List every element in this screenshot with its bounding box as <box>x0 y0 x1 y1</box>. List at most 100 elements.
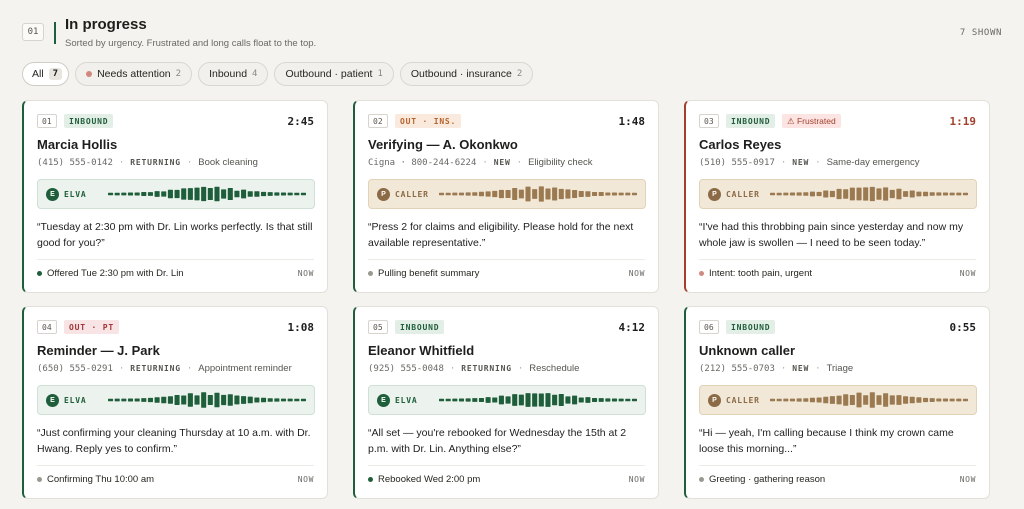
updated-time: NOW <box>297 269 314 278</box>
call-reason: Reschedule <box>529 363 580 374</box>
waveform-bar <box>565 189 571 199</box>
waveform-bar <box>452 192 458 196</box>
divider <box>368 465 645 466</box>
card-footer: Greeting · gathering reason <box>699 474 825 485</box>
waveform-bar <box>863 395 869 405</box>
divider <box>699 465 976 466</box>
audio-waveform <box>439 186 637 202</box>
filter-needs-attention[interactable]: Needs attention 2 <box>75 62 193 86</box>
waveform-bar <box>147 397 153 403</box>
filter-inbound[interactable]: Inbound 4 <box>198 62 269 86</box>
waveform-bar <box>247 396 253 404</box>
waveform-bar <box>241 189 247 199</box>
waveform-bar <box>280 192 287 196</box>
call-type-tag: INBOUND <box>64 114 114 128</box>
waveform-bar <box>254 397 260 403</box>
waveform-bar <box>889 189 895 199</box>
waveform-bar <box>280 398 287 402</box>
waveform-bar <box>512 394 518 406</box>
waveform-bar <box>849 187 855 201</box>
frustrated-badge: ⚠ Frustrated <box>782 114 841 128</box>
filter-label: Inbound <box>209 68 248 80</box>
waveform-bar <box>254 191 260 197</box>
waveform-bar <box>585 191 591 197</box>
waveform-bar <box>876 395 882 405</box>
waveform-bar <box>300 398 306 402</box>
caller-status: RETURNING <box>461 364 512 373</box>
speaker-label: CALLER <box>726 395 760 405</box>
transcript-quote: “All set — you're rebooked for Wednesday… <box>368 427 627 455</box>
card-footer: Rebooked Wed 2:00 pm <box>368 474 480 485</box>
call-timer: 1:48 <box>618 115 646 128</box>
waveform-bar <box>909 396 915 404</box>
transcript-quote: “Hi — yeah, I'm calling because I think … <box>699 427 954 455</box>
section-header: 01 In progress Sorted by urgency. Frustr… <box>22 16 1002 52</box>
speaker-label: CALLER <box>726 189 760 199</box>
card-index: 06 <box>699 320 719 334</box>
waveform-bar <box>949 192 955 196</box>
call-card[interactable]: 02 OUT · INS. 1:48 Verifying — A. Okonkw… <box>353 100 659 293</box>
waveform-bar <box>809 397 815 403</box>
waveform-bar <box>618 398 624 402</box>
waveform-bar <box>167 396 173 404</box>
speaker-avatar: E <box>46 187 59 201</box>
status-dot-icon <box>699 271 704 276</box>
call-card[interactable]: 04 OUT · PT 1:08 Reminder — J. Park (650… <box>22 306 328 499</box>
call-timer: 1:19 <box>949 115 977 128</box>
caller-phone: (415) 555-0142 <box>37 157 113 168</box>
footer-status: Pulling benefit summary <box>378 268 480 279</box>
call-card[interactable]: 06 INBOUND 0:55 Unknown caller (212) 555… <box>684 306 990 499</box>
divider <box>37 465 314 466</box>
filter-bar: All 7 Needs attention 2 Inbound 4 Outbou… <box>22 62 534 86</box>
call-card[interactable]: 03 INBOUND ⚠ Frustrated 1:19 Carlos Reye… <box>684 100 990 293</box>
meta-separator: · <box>815 157 821 168</box>
waveform-bar <box>234 395 240 405</box>
updated-time: NOW <box>297 475 314 484</box>
waveform-bar <box>154 397 160 403</box>
waveform-bar <box>247 191 253 197</box>
waveform-bar <box>121 398 127 402</box>
waveform-bar <box>134 192 140 196</box>
waveform-bar <box>809 191 815 197</box>
waveform-bar <box>770 398 776 402</box>
waveform-bar <box>294 192 300 196</box>
filter-label: Outbound · patient <box>285 68 373 80</box>
waveform-bar <box>829 396 835 404</box>
waveform-bar <box>538 393 544 407</box>
waveform-bar <box>505 396 511 404</box>
waveform-bar <box>789 192 796 196</box>
card-footer: Confirming Thu 10:00 am <box>37 474 154 485</box>
waveform-bar <box>631 398 637 402</box>
waveform-bar <box>532 393 538 407</box>
call-card[interactable]: 05 INBOUND 4:12 Eleanor Whitfield (925) … <box>353 306 659 499</box>
waveform-panel: E ELVA <box>37 385 315 415</box>
audio-waveform <box>770 392 968 408</box>
caller-phone: (212) 555-0703 <box>699 363 775 374</box>
call-reason: Appointment reminder <box>198 363 292 374</box>
filter-label: Outbound · insurance <box>410 68 512 80</box>
waveform-bar <box>472 398 478 402</box>
waveform-bar <box>439 192 445 196</box>
waveform-bar <box>465 398 471 402</box>
waveform-bar <box>114 398 120 402</box>
waveform-bar <box>631 192 637 196</box>
waveform-bar <box>843 394 849 406</box>
filter-outbound-patient[interactable]: Outbound · patient 1 <box>274 62 394 86</box>
filter-all[interactable]: All 7 <box>22 62 70 86</box>
updated-time: NOW <box>628 475 645 484</box>
waveform-panel: E ELVA <box>37 179 315 209</box>
speaker-label: CALLER <box>395 189 429 199</box>
waveform-bar <box>287 192 293 196</box>
filter-outbound-insurance[interactable]: Outbound · insurance 2 <box>399 62 534 86</box>
waveform-bar <box>869 186 875 202</box>
section-accent-bar <box>54 22 56 44</box>
waveform-bar <box>956 398 962 402</box>
call-card[interactable]: 01 INBOUND 2:45 Marcia Hollis (415) 555-… <box>22 100 328 293</box>
waveform-bar <box>214 392 220 408</box>
waveform-bar <box>598 192 604 196</box>
call-type-tag: OUT · PT <box>64 320 119 334</box>
waveform-bar <box>962 192 968 196</box>
waveform-bar <box>618 192 624 196</box>
audio-waveform <box>108 186 306 202</box>
waveform-bar <box>207 188 213 200</box>
